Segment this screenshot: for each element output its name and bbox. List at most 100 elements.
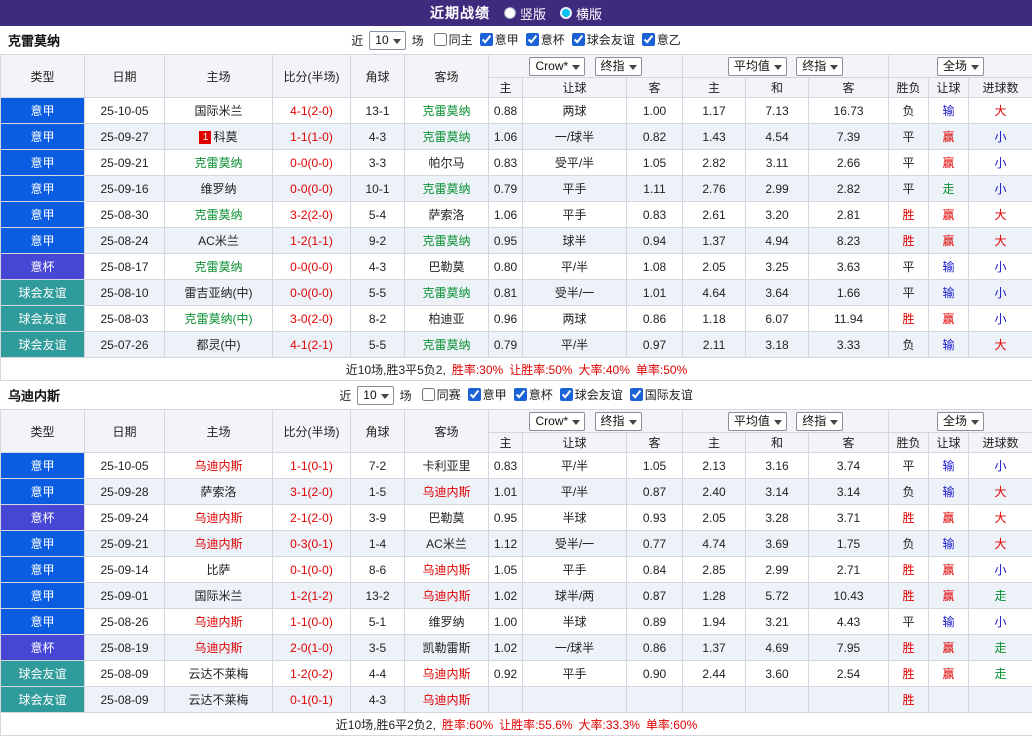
away-team-link[interactable]: 克雷莫纳	[405, 280, 489, 306]
match-score-link[interactable]: 3-0(2-0)	[273, 306, 351, 332]
filter-option[interactable]: 球会友谊	[572, 31, 635, 48]
home-team-link[interactable]: 比萨	[165, 557, 273, 583]
match-score-link[interactable]: 1-2(1-2)	[273, 583, 351, 609]
odds-stage-select[interactable]: 终指	[595, 57, 642, 76]
layout-radio-horizontal[interactable]: 横版	[560, 4, 602, 23]
match-score-link[interactable]: 1-1(0-0)	[273, 609, 351, 635]
match-score-link[interactable]: 3-2(2-0)	[273, 202, 351, 228]
match-score-link[interactable]: 1-1(1-0)	[273, 124, 351, 150]
away-team-link[interactable]: 克雷莫纳	[405, 124, 489, 150]
away-team-link[interactable]: 乌迪内斯	[405, 583, 489, 609]
away-team-link[interactable]: 乌迪内斯	[405, 557, 489, 583]
away-team-link[interactable]: 卡利亚里	[405, 453, 489, 479]
home-team-link[interactable]: 乌迪内斯	[165, 505, 273, 531]
filter-checkbox[interactable]	[434, 33, 447, 46]
league-type-badge: 球会友谊	[1, 661, 85, 687]
match-score-link[interactable]: 2-0(1-0)	[273, 635, 351, 661]
home-team-link[interactable]: 国际米兰	[165, 98, 273, 124]
match-score-link[interactable]: 1-1(0-1)	[273, 453, 351, 479]
away-team-link[interactable]: 帕尔马	[405, 150, 489, 176]
odds-home: 0.95	[489, 505, 523, 531]
home-team-link[interactable]: 雷吉亚纳(中)	[165, 280, 273, 306]
layout-radio-vertical[interactable]: 竖版	[504, 4, 546, 23]
bookmaker-select[interactable]: Crow*	[529, 412, 585, 431]
filter-checkbox[interactable]	[630, 388, 643, 401]
select-value: 平均值	[734, 59, 770, 74]
filter-option[interactable]: 意甲	[468, 386, 507, 403]
bookmaker-select[interactable]: Crow*	[529, 57, 585, 76]
match-score-link[interactable]: 0-1(0-0)	[273, 557, 351, 583]
home-team-link[interactable]: 都灵(中)	[165, 332, 273, 358]
corner-score: 4-3	[351, 687, 405, 713]
filter-checkbox[interactable]	[572, 33, 585, 46]
scope-select[interactable]: 全场	[937, 57, 984, 76]
scope-select[interactable]: 全场	[937, 412, 984, 431]
away-team-link[interactable]: 乌迪内斯	[405, 661, 489, 687]
home-team-link[interactable]: 乌迪内斯	[165, 453, 273, 479]
match-score-link[interactable]: 1-2(0-2)	[273, 661, 351, 687]
match-score-link[interactable]: 0-0(0-0)	[273, 254, 351, 280]
filter-checkbox[interactable]	[422, 388, 435, 401]
average-select[interactable]: 平均值	[728, 412, 787, 431]
match-score-link[interactable]: 0-0(0-0)	[273, 150, 351, 176]
match-score-link[interactable]: 0-0(0-0)	[273, 176, 351, 202]
match-count-select[interactable]: 10	[357, 386, 393, 405]
home-team-link[interactable]: 乌迪内斯	[165, 531, 273, 557]
home-team-link[interactable]: 克雷莫纳	[165, 254, 273, 280]
result-handicap: 赢	[929, 202, 969, 228]
away-team-link[interactable]: 乌迪内斯	[405, 687, 489, 713]
away-team-link[interactable]: 巴勒莫	[405, 505, 489, 531]
home-team-link[interactable]: 克雷莫纳	[165, 202, 273, 228]
match-score-link[interactable]: 4-1(2-1)	[273, 332, 351, 358]
filter-option[interactable]: 意乙	[642, 31, 681, 48]
filter-option[interactable]: 意甲	[480, 31, 519, 48]
match-score-link[interactable]: 3-1(2-0)	[273, 479, 351, 505]
home-team-link[interactable]: 乌迪内斯	[165, 609, 273, 635]
away-team-link[interactable]: 柏迪亚	[405, 306, 489, 332]
filter-checkbox[interactable]	[560, 388, 573, 401]
filter-checkbox[interactable]	[468, 388, 481, 401]
match-score-link[interactable]: 0-0(0-0)	[273, 280, 351, 306]
filter-checkbox[interactable]	[642, 33, 655, 46]
away-team-link[interactable]: 凯勒雷斯	[405, 635, 489, 661]
match-score-link[interactable]: 1-2(1-1)	[273, 228, 351, 254]
away-team-link[interactable]: 巴勒莫	[405, 254, 489, 280]
odds-stage-select[interactable]: 终指	[595, 412, 642, 431]
filter-option[interactable]: 同主	[434, 31, 473, 48]
match-score-link[interactable]: 4-1(2-0)	[273, 98, 351, 124]
average-stage-select[interactable]: 终指	[796, 57, 843, 76]
filter-option[interactable]: 意杯	[526, 31, 565, 48]
filter-option[interactable]: 球会友谊	[560, 386, 623, 403]
home-team-link[interactable]: 国际米兰	[165, 583, 273, 609]
filter-checkbox[interactable]	[514, 388, 527, 401]
filter-option[interactable]: 同赛	[422, 386, 461, 403]
match-count-select[interactable]: 10	[369, 31, 405, 50]
home-team-link[interactable]: 乌迪内斯	[165, 635, 273, 661]
home-team-link[interactable]: 克雷莫纳	[165, 150, 273, 176]
home-team-link[interactable]: 克雷莫纳(中)	[165, 306, 273, 332]
average-stage-select[interactable]: 终指	[796, 412, 843, 431]
away-team-link[interactable]: 克雷莫纳	[405, 98, 489, 124]
home-team-link[interactable]: 1科莫	[165, 124, 273, 150]
corner-score: 1-5	[351, 479, 405, 505]
away-team-link[interactable]: 乌迪内斯	[405, 479, 489, 505]
match-score-link[interactable]: 2-1(2-0)	[273, 505, 351, 531]
home-team-link[interactable]: 萨索洛	[165, 479, 273, 505]
away-team-link[interactable]: 克雷莫纳	[405, 176, 489, 202]
filter-option[interactable]: 国际友谊	[630, 386, 693, 403]
home-team-link[interactable]: AC米兰	[165, 228, 273, 254]
average-select[interactable]: 平均值	[728, 57, 787, 76]
away-team-link[interactable]: 维罗纳	[405, 609, 489, 635]
match-score-link[interactable]: 0-1(0-1)	[273, 687, 351, 713]
home-team-link[interactable]: 云达不莱梅	[165, 661, 273, 687]
away-team-link[interactable]: 萨索洛	[405, 202, 489, 228]
away-team-link[interactable]: AC米兰	[405, 531, 489, 557]
away-team-link[interactable]: 克雷莫纳	[405, 228, 489, 254]
away-team-link[interactable]: 克雷莫纳	[405, 332, 489, 358]
filter-checkbox[interactable]	[480, 33, 493, 46]
home-team-link[interactable]: 维罗纳	[165, 176, 273, 202]
filter-option[interactable]: 意杯	[514, 386, 553, 403]
home-team-link[interactable]: 云达不莱梅	[165, 687, 273, 713]
match-score-link[interactable]: 0-3(0-1)	[273, 531, 351, 557]
filter-checkbox[interactable]	[526, 33, 539, 46]
